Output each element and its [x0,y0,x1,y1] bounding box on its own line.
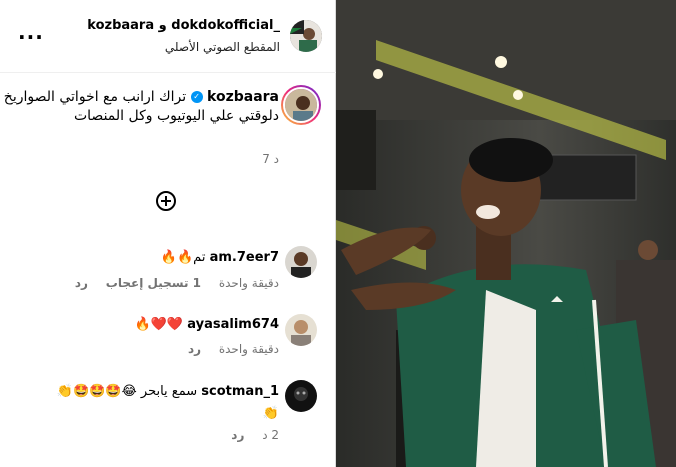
caption-username[interactable]: kozbaara [207,88,279,107]
comment-time: دقيقة واحدة [218,276,279,290]
post-panel: ... kozbaara و dokdokofficial_ المقطع ال… [0,0,336,467]
caption-time: 7 د [262,152,279,166]
comment-time: 2 د [262,428,279,442]
comment-time: دقيقة واحدة [218,342,279,356]
comment-row: ayasalim674 ❤️❤️🔥 [135,317,279,332]
post-authors[interactable]: kozbaara و dokdokofficial_ [87,18,280,33]
comment-avatar-image-icon [285,380,317,412]
comment-avatar[interactable] [285,380,317,412]
comment-text-line2: 👏 [262,406,279,421]
comment-avatar-image-icon [285,246,317,278]
audio-label[interactable]: المقطع الصوتي الأصلي [165,40,280,54]
reel-video[interactable] [336,0,676,467]
video-frame-image [336,0,676,467]
load-more-comments-icon[interactable] [156,191,176,211]
more-options-icon[interactable]: ... [18,22,44,42]
comment-meta: دقيقة واحدة 1 تسجيل إعجاب رد [61,276,279,290]
caption-avatar[interactable] [281,85,321,125]
comment-text: ❤️❤️🔥 [134,317,184,332]
comment-text: تم🔥🔥 [160,250,206,265]
comment-avatar[interactable] [285,246,317,278]
comment-avatar-image-icon [285,314,317,346]
comment-username[interactable]: am.7eer7 [210,250,279,265]
reply-button[interactable]: رد [231,428,244,442]
caption-avatar-image-icon [283,87,319,123]
comment-meta: دقيقة واحدة رد [174,342,279,356]
reply-button[interactable]: رد [188,342,201,356]
comment-row: scotman_1 سمع يابحر 😂🤩🤩🤩👏 👏 [57,381,279,425]
comment-meta: 2 د رد [217,428,279,442]
comment-text: سمع يابحر 😂🤩🤩🤩👏 [56,384,198,399]
comment-row: am.7eer7 تم🔥🔥 [161,250,279,265]
comment-username[interactable]: scotman_1 [201,381,279,403]
author-avatar[interactable] [290,20,322,52]
comment-username[interactable]: ayasalim674 [187,317,279,332]
reply-button[interactable]: رد [75,276,88,290]
verified-icon: ✓ [190,91,203,103]
comment-avatar[interactable] [285,314,317,346]
post-header: ... kozbaara و dokdokofficial_ المقطع ال… [0,0,336,73]
comment-likes[interactable]: 1 تسجيل إعجاب [106,276,201,290]
avatar-image-icon [290,20,322,52]
caption: kozbaara ✓ تراك ارانب مع اخواتي الصواريخ… [0,88,279,126]
